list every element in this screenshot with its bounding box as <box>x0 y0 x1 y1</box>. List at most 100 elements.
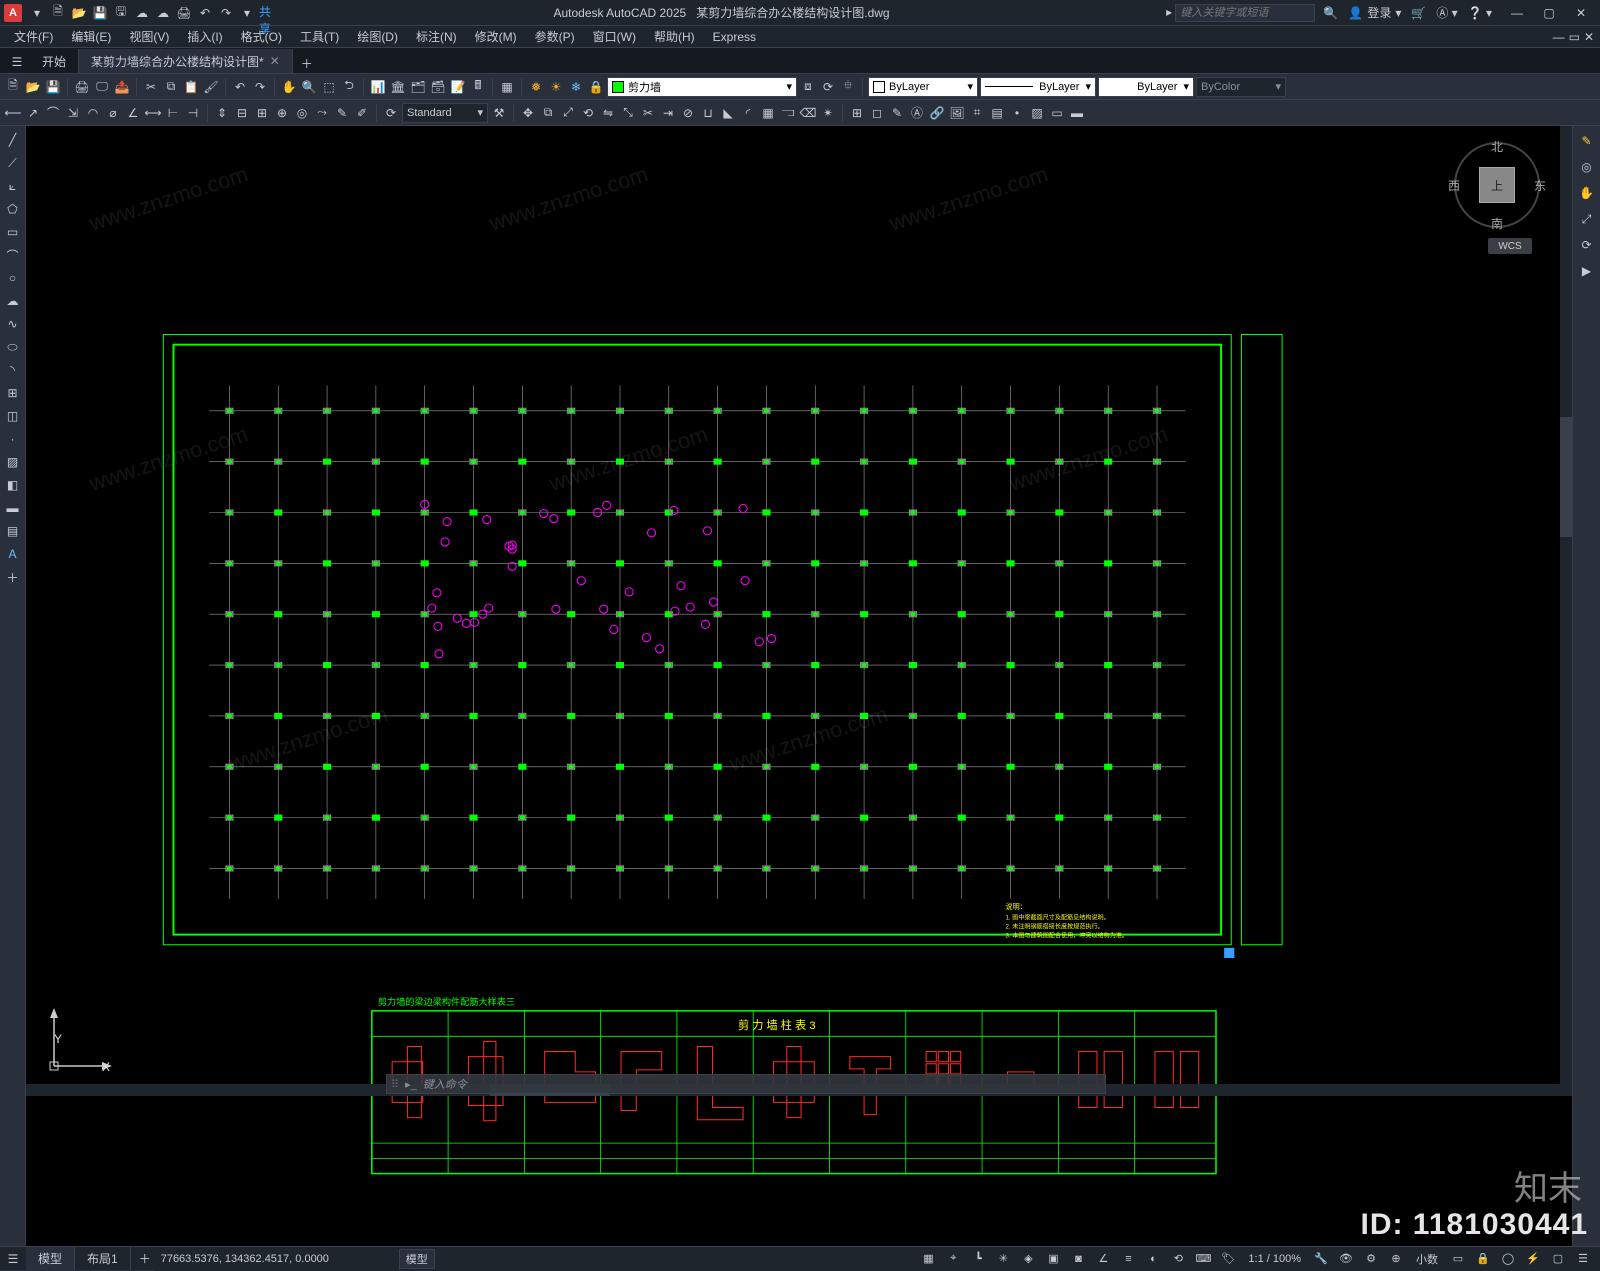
command-run-icon[interactable]: ▸_ <box>405 1078 417 1091</box>
isolate-icon[interactable]: ◯ <box>1497 1250 1519 1268</box>
annotation-visibility-icon[interactable]: 👁 <box>1335 1250 1357 1268</box>
dyninput-icon[interactable]: ⌨ <box>1192 1250 1214 1268</box>
addselected-icon[interactable]: ＋ <box>3 567 23 587</box>
drawing-canvas[interactable]: 说明： 1. 图中梁截面尺寸及配筋见结构说明。 2. 未注明钢筋搭接长度按规范执… <box>26 126 1572 1246</box>
spline-icon[interactable]: ∿ <box>3 314 23 334</box>
copy-icon[interactable]: ⧉ <box>162 78 180 96</box>
region-icon[interactable]: ▭ <box>1048 104 1066 122</box>
layout-add-button[interactable]: ＋ <box>135 1249 155 1269</box>
dim-quick-icon[interactable]: ⟷ <box>144 104 162 122</box>
xline-icon[interactable]: ⟋ <box>3 153 23 173</box>
ellipse-icon[interactable]: ⬭ <box>3 337 23 357</box>
dim-break-icon[interactable]: ⊟ <box>233 104 251 122</box>
menu-tools[interactable]: 工具(T) <box>292 26 347 47</box>
viewcube-south[interactable]: 南 <box>1491 215 1503 232</box>
create-block-icon[interactable]: ◻ <box>868 104 886 122</box>
redo2-icon[interactable]: ↷ <box>251 78 269 96</box>
dim-diameter-icon[interactable]: ⌀ <box>104 104 122 122</box>
isodraft-icon[interactable]: ◈ <box>1017 1250 1039 1268</box>
hatch-icon[interactable]: ▨ <box>1028 104 1046 122</box>
nav-orbit-icon[interactable]: ⟳ <box>1576 234 1598 256</box>
annoscale-icon[interactable]: 🔧 <box>1310 1250 1332 1268</box>
circle-icon[interactable]: ○ <box>3 268 23 288</box>
a360-icon[interactable]: Ⓐ ▾ <box>1436 4 1457 21</box>
attribute-icon[interactable]: Ⓐ <box>908 104 926 122</box>
trim-icon[interactable]: ✂ <box>639 104 657 122</box>
qnew-icon[interactable]: 🗎 <box>4 78 22 96</box>
qat-more-icon[interactable]: ▾ <box>238 4 256 22</box>
quickprops-icon[interactable]: 🏷 <box>1217 1250 1239 1268</box>
layout-tab-layout1[interactable]: 布局1 <box>75 1247 131 1270</box>
copyobj-icon[interactable]: ⧉ <box>539 104 557 122</box>
open2-icon[interactable]: 📂 <box>24 78 42 96</box>
menu-modify[interactable]: 修改(M) <box>467 26 525 47</box>
dim-baseline-icon[interactable]: ⊢ <box>164 104 182 122</box>
jogged-icon[interactable]: ⤳ <box>313 104 331 122</box>
polygon-icon[interactable]: ⬠ <box>3 199 23 219</box>
block-icon[interactable]: ▦ <box>498 78 516 96</box>
offset-icon[interactable]: ⫎ <box>779 104 797 122</box>
layout-list-icon[interactable]: ☰ <box>0 1248 26 1270</box>
status-scale[interactable]: 1:1 / 100% <box>1242 1253 1307 1265</box>
dimtedit-icon[interactable]: ✐ <box>353 104 371 122</box>
properties-icon[interactable]: 📊 <box>369 78 387 96</box>
view-cube[interactable]: 上 北 南 东 西 <box>1452 140 1542 230</box>
menu-dropdown-icon[interactable]: ▾ <box>28 4 46 22</box>
dim-ordinate-icon[interactable]: ⇲ <box>64 104 82 122</box>
nav-steering-icon[interactable]: ◎ <box>1576 156 1598 178</box>
insert-block-icon[interactable]: ⊞ <box>848 104 866 122</box>
extend-icon[interactable]: ⇥ <box>659 104 677 122</box>
status-units[interactable]: 小数 <box>1410 1251 1444 1267</box>
break-icon[interactable]: ⊘ <box>679 104 697 122</box>
text-style-dropdown[interactable]: Standard ▾ <box>402 103 488 123</box>
layer-state-icon[interactable]: ☀ <box>547 78 565 96</box>
search-icon[interactable]: 🔍 <box>1323 6 1338 20</box>
share-icon[interactable]: ✈ 共享 <box>259 4 277 22</box>
revision-cloud-icon[interactable]: ☁ <box>3 291 23 311</box>
doc-minimize-icon[interactable]: — <box>1553 30 1565 44</box>
maximize-button[interactable]: ▢ <box>1534 2 1564 24</box>
menu-edit[interactable]: 编辑(E) <box>63 26 119 47</box>
toolpalettes-icon[interactable]: 🗂 <box>409 78 427 96</box>
login-button[interactable]: 👤 登录 ▾ <box>1348 4 1401 21</box>
mtext-icon[interactable]: A <box>3 544 23 564</box>
chamfer-icon[interactable]: ◣ <box>719 104 737 122</box>
plot-icon[interactable]: 🖨 <box>175 4 193 22</box>
erase-icon[interactable]: ⌫ <box>799 104 817 122</box>
status-model-badge[interactable]: 模型 <box>399 1249 435 1269</box>
dim-angular-icon[interactable]: ∠ <box>124 104 142 122</box>
nav-showmotion-icon[interactable]: ▶ <box>1576 260 1598 282</box>
cart-icon[interactable]: 🛒 <box>1411 6 1426 20</box>
customize-icon[interactable]: ☰ <box>1572 1250 1594 1268</box>
line-icon[interactable]: ╱ <box>3 130 23 150</box>
table-icon[interactable]: ▤ <box>988 104 1006 122</box>
tab-start[interactable]: 开始 <box>30 49 79 73</box>
layer-lock-icon[interactable]: 🔒 <box>587 78 605 96</box>
selection-cycling-icon[interactable]: ⟲ <box>1167 1250 1189 1268</box>
inspect-icon[interactable]: ◎ <box>293 104 311 122</box>
layer-match-icon[interactable]: ⯐ <box>839 78 857 96</box>
tab-close-icon[interactable]: ✕ <box>270 54 280 68</box>
menu-format[interactable]: 格式(O) <box>233 26 290 47</box>
zoom-icon[interactable]: 🔍 <box>300 78 318 96</box>
layer-dropdown[interactable]: 剪力墙 ▾ <box>607 77 797 97</box>
zoom-window-icon[interactable]: ⬚ <box>320 78 338 96</box>
saveas-icon[interactable]: 🖫 <box>112 4 130 22</box>
hardware-accel-icon[interactable]: ⚡ <box>1522 1250 1544 1268</box>
app-logo[interactable]: A <box>4 4 22 22</box>
workspace-icon[interactable]: ⚙ <box>1360 1250 1382 1268</box>
menu-file[interactable]: 文件(F) <box>6 26 61 47</box>
viewcube-west[interactable]: 西 <box>1448 177 1460 194</box>
fillet-icon[interactable]: ◜ <box>739 104 757 122</box>
cut-icon[interactable]: ✂ <box>142 78 160 96</box>
vertical-scrollbar[interactable] <box>1560 126 1572 1096</box>
nav-fullnav-icon[interactable]: ✎ <box>1576 130 1598 152</box>
insert-icon[interactable]: ⊞ <box>3 383 23 403</box>
wipeout-icon[interactable]: ▬ <box>1068 104 1086 122</box>
dimstyle-update-icon[interactable]: ⟳ <box>382 104 400 122</box>
layer-prev-icon[interactable]: ⟳ <box>819 78 837 96</box>
web-save-icon[interactable]: ☁ <box>154 4 172 22</box>
osnap-icon[interactable]: ▣ <box>1042 1250 1064 1268</box>
lineweight-toggle-icon[interactable]: ≡ <box>1117 1250 1139 1268</box>
nav-pan-icon[interactable]: ✋ <box>1576 182 1598 204</box>
